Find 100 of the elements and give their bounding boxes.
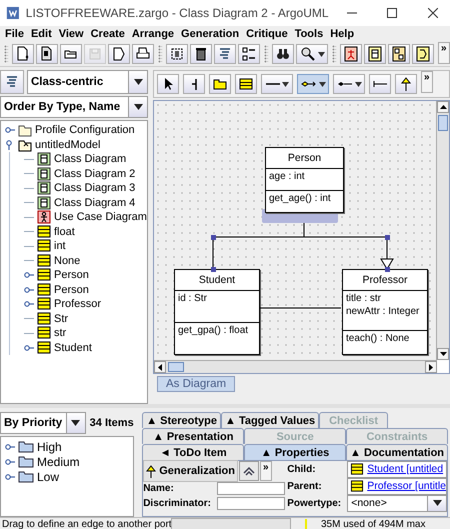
tool-button[interactable]	[297, 74, 329, 94]
dropdown-button[interactable]	[66, 413, 85, 433]
edge-handle[interactable]	[211, 267, 216, 272]
toolbar-button[interactable]	[238, 44, 260, 64]
menu-item[interactable]: Help	[328, 28, 360, 40]
class-box[interactable]: Student id : Str get_gpa() : float	[174, 269, 260, 355]
perspective-button[interactable]	[0, 70, 24, 94]
toolbar-button[interactable]	[36, 44, 58, 64]
toolbar-button[interactable]	[60, 44, 82, 64]
tree-item[interactable]: Str	[54, 312, 68, 325]
tree-item[interactable]: High	[37, 440, 62, 454]
tree-item[interactable]: Person	[54, 284, 89, 296]
tree-item[interactable]: Medium	[37, 454, 80, 468]
menu-item[interactable]: Critique	[244, 28, 293, 40]
toolbar-button[interactable]	[190, 44, 212, 64]
tree-item[interactable]: Profile Configuration	[35, 124, 135, 136]
tree-item[interactable]: Class Diagram 3	[54, 182, 136, 194]
tab[interactable]: ▲ Presentation	[142, 428, 244, 444]
tab[interactable]: ▲ Tagged Values	[221, 412, 320, 428]
tab[interactable]: ◄ ToDo Item	[142, 444, 244, 460]
toolbar-button[interactable]	[12, 44, 34, 64]
tool-button[interactable]	[209, 74, 231, 94]
toolbar-button[interactable]	[272, 44, 294, 64]
discriminator-field[interactable]	[217, 497, 286, 510]
menu-item[interactable]: Edit	[28, 28, 57, 40]
tree-item[interactable]: Class Diagram	[54, 153, 126, 166]
toolbar-button[interactable]	[108, 44, 130, 64]
dropdown-button[interactable]	[427, 496, 446, 510]
diagram-canvas[interactable]: Person age : int get_age() : int Student id : Str get_gpa() : float Professor title : str newAttr : Integer teach() : None	[154, 101, 436, 360]
generalization-edge[interactable]	[212, 222, 394, 270]
menu-item[interactable]: Arrange	[130, 28, 180, 40]
binoculars-icon	[275, 46, 291, 62]
toolbar-button[interactable]	[296, 44, 328, 64]
tree-item[interactable]: Person	[54, 269, 89, 282]
tree-item[interactable]: None	[54, 254, 80, 267]
tool-button[interactable]	[261, 74, 293, 94]
toolbar-button[interactable]	[412, 44, 434, 64]
overflow-button[interactable]: »	[260, 461, 272, 481]
tab[interactable]: ▲ Stereotype	[142, 412, 221, 428]
dropdown-button[interactable]	[128, 71, 147, 93]
parent-field[interactable]: Professor [untitle	[347, 478, 447, 494]
child-link[interactable]: Student [untitled	[367, 463, 444, 475]
tree-item[interactable]: Class Diagram 4	[54, 196, 136, 209]
tool-button[interactable]	[235, 74, 257, 94]
tool-button[interactable]	[183, 74, 205, 94]
usecase-diagram-icon	[37, 210, 51, 224]
tree-item[interactable]: Use Case Diagram	[54, 211, 147, 224]
menu-item[interactable]: File	[3, 28, 29, 40]
collapsed-handle-icon[interactable]	[5, 442, 15, 452]
tree-item[interactable]: Low	[37, 470, 60, 484]
tree-item[interactable]: int	[54, 240, 66, 252]
toolbar-button[interactable]	[340, 44, 362, 64]
class-box[interactable]: Person age : int get_age() : int	[265, 147, 344, 213]
collapsed-handle-icon[interactable]	[5, 125, 15, 136]
tree-item[interactable]: untitledModel	[35, 138, 100, 151]
menu-item[interactable]: Create	[88, 28, 130, 40]
toolbar-button[interactable]	[166, 44, 188, 64]
navigate-up-button[interactable]	[239, 461, 259, 481]
tree-item[interactable]: str	[54, 327, 66, 340]
toolbar-button[interactable]	[364, 44, 386, 64]
vertical-scrollbar[interactable]	[436, 101, 449, 360]
child-field[interactable]: Student [untitled	[347, 460, 447, 478]
collapsed-handle-icon[interactable]	[24, 270, 34, 280]
toolbar-button[interactable]	[388, 44, 410, 64]
collapsed-handle-icon[interactable]	[5, 472, 15, 482]
tab[interactable]: ▲ Properties	[244, 444, 346, 460]
collapsed-handle-icon[interactable]	[24, 284, 34, 295]
collapsed-handle-icon[interactable]	[24, 299, 34, 310]
collapsed-handle-icon[interactable]	[5, 456, 15, 466]
diagram-tab[interactable]: As Diagram	[157, 376, 236, 392]
tool-button[interactable]	[333, 74, 365, 94]
generalization-button[interactable]: Generalization	[143, 460, 238, 482]
class-icon	[350, 462, 364, 476]
overflow-button[interactable]: »	[438, 42, 450, 64]
toolbar-button[interactable]	[214, 44, 236, 64]
tree-item[interactable]: float	[54, 226, 75, 238]
tab[interactable]: ▲ Documentation	[346, 444, 448, 460]
tool-button[interactable]	[395, 74, 417, 94]
dropdown-button[interactable]	[128, 97, 147, 117]
scroll-thumb[interactable]	[168, 362, 184, 372]
menu-item[interactable]: Tools	[292, 28, 328, 40]
folder-icon	[18, 440, 34, 453]
edge-handle[interactable]	[385, 235, 390, 240]
horizontal-scrollbar[interactable]	[154, 360, 437, 373]
menu-item[interactable]: View	[56, 28, 89, 40]
overflow-button[interactable]: »	[421, 71, 433, 93]
class-box[interactable]: Professor title : str newAttr : Integer teach() : None	[342, 269, 428, 355]
edge-handle[interactable]	[211, 235, 216, 240]
tool-button[interactable]	[369, 74, 391, 94]
toolbar-button[interactable]	[132, 44, 154, 64]
tool-button[interactable]	[157, 74, 179, 94]
menu-item[interactable]: Generation	[179, 28, 244, 40]
name-field[interactable]	[217, 482, 286, 495]
scroll-thumb[interactable]	[438, 115, 448, 131]
parent-link[interactable]: Professor [untitle	[367, 480, 446, 492]
tree-item[interactable]: Student	[54, 342, 92, 354]
edge-handle[interactable]	[385, 267, 390, 272]
collapsed-handle-icon[interactable]	[24, 342, 34, 353]
tree-item[interactable]: Class Diagram 2	[54, 168, 136, 180]
tree-item[interactable]: Professor	[54, 298, 102, 310]
